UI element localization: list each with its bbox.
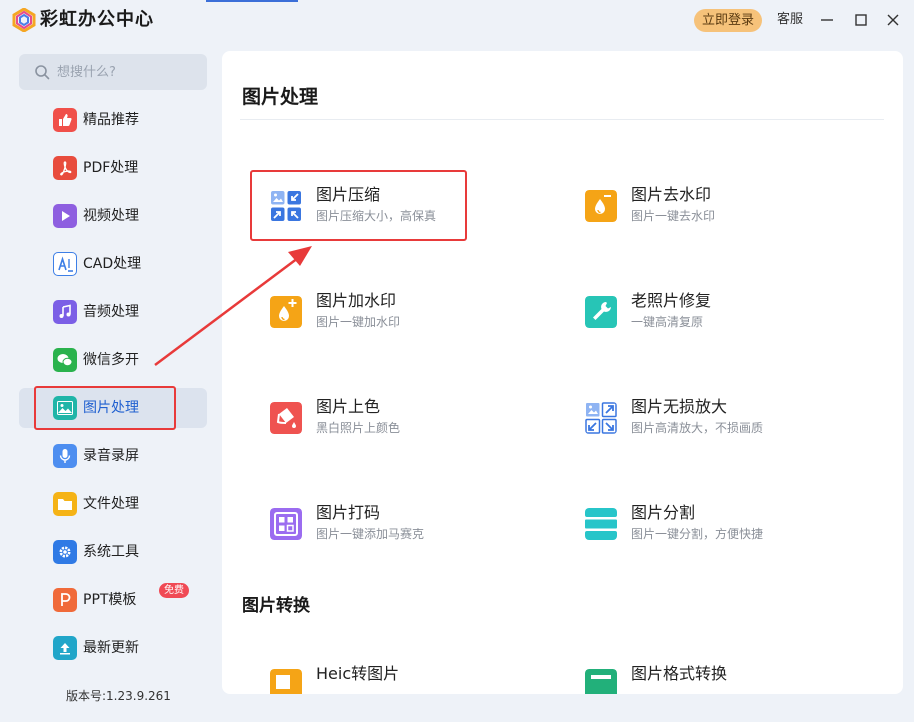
tool-card-add-watermark[interactable]: 图片加水印 图片一键加水印 [270,291,520,352]
enlarge-icon [585,402,617,434]
gear-icon [53,540,77,564]
app-title: 彩虹办公中心 [40,9,154,30]
tool-desc: 一键高清复原 [631,315,704,329]
play-icon [53,204,77,228]
wechat-icon [53,348,77,372]
sidebar-item-wechat[interactable]: 微信多开 [19,340,207,380]
tool-card-split[interactable]: 图片分割 图片一键分割，方便快捷 [585,503,835,564]
tool-desc: 黑白照片上颜色 [316,421,401,435]
sidebar-item-label: 最新更新 [83,640,139,656]
ppt-icon [53,588,77,612]
sidebar-item-recommend[interactable]: 精品推荐 [19,100,207,140]
sidebar-item-label: PDF处理 [83,160,139,176]
remove-watermark-icon [585,190,617,222]
folder-icon [53,492,77,516]
sidebar-item-pdf[interactable]: PDF处理 [19,148,207,188]
sidebar-item-video[interactable]: 视频处理 [19,196,207,236]
tool-title: Heic转图片 [316,664,400,683]
tool-card-enlarge[interactable]: 图片无损放大 图片高清放大，不损画质 [585,397,835,458]
section-title-image-processing: 图片处理 [242,86,319,108]
highlight-box-compress [250,170,467,241]
sidebar-item-label: 录音录屏 [83,448,139,464]
tool-desc: 图片一键添加马赛克 [316,527,425,541]
sidebar-item-cad[interactable]: CAD处理 [19,244,207,284]
tool-title: 图片上色 [316,397,381,416]
sidebar-item-updates[interactable]: 最新更新 [19,628,207,668]
sidebar-item-record[interactable]: 录音录屏 [19,436,207,476]
tool-card-colorize[interactable]: 图片上色 黑白照片上颜色 [270,397,520,458]
sidebar-item-ppt[interactable]: PPT模板 免费 [19,580,207,620]
repair-icon [585,296,617,328]
main-panel: 图片处理 图片压缩 图片压缩大小，高保真 图片去水印 图片一键去水印 图片加水印… [222,51,903,694]
search-box[interactable] [19,54,207,90]
sidebar-item-label: 精品推荐 [83,112,139,128]
sidebar-item-audio[interactable]: 音频处理 [19,292,207,332]
thumbs-up-icon [53,108,77,132]
section-divider [240,119,884,120]
colorize-icon [270,402,302,434]
tool-title: 图片无损放大 [631,397,728,416]
microphone-icon [53,444,77,468]
free-badge: 免费 [159,583,189,598]
section-title-image-conversion: 图片转换 [242,596,310,616]
tool-desc: 图片高清放大，不损画质 [631,421,764,435]
search-icon [35,65,50,80]
highlight-box-sidebar [34,386,176,430]
search-input[interactable] [57,62,197,82]
tool-title: 图片去水印 [631,185,712,204]
sidebar-item-label: 音频处理 [83,304,139,320]
tool-card-photo-repair[interactable]: 老照片修复 一键高清复原 [585,291,835,352]
sidebar-item-label: CAD处理 [83,256,142,272]
sidebar-item-label: 文件处理 [83,496,139,512]
version-label: 版本号:1.23.9.261 [66,689,171,703]
rainbow-logo-icon [12,8,36,32]
login-button[interactable]: 立即登录 [694,9,762,32]
minimize-icon[interactable] [815,8,839,32]
cad-icon [53,252,77,276]
tool-title: 图片分割 [631,503,696,522]
tool-card-remove-watermark[interactable]: 图片去水印 图片一键去水印 [585,185,835,246]
tool-card-mosaic[interactable]: 图片打码 图片一键添加马赛克 [270,503,520,564]
sidebar-item-file[interactable]: 文件处理 [19,484,207,524]
format-icon [585,669,617,694]
sidebar-item-label: 微信多开 [83,352,139,368]
tool-desc: 图片一键加水印 [316,315,401,329]
tool-desc: 图片一键去水印 [631,209,716,223]
tool-title: 图片格式转换 [631,664,728,683]
tool-desc: 图片一键分割，方便快捷 [631,527,764,541]
tool-card-format[interactable]: 图片格式转换 [585,664,835,694]
sidebar-item-system[interactable]: 系统工具 [19,532,207,572]
top-accent-line [206,0,298,2]
music-icon [53,300,77,324]
tool-title: 老照片修复 [631,291,712,310]
sidebar-item-label: 视频处理 [83,208,139,224]
close-icon[interactable] [881,8,905,32]
tool-title: 图片加水印 [316,291,397,310]
sidebar-item-label: 系统工具 [83,544,139,560]
sidebar-item-label: PPT模板 [83,592,137,608]
heic-icon [270,669,302,694]
customer-service-link[interactable]: 客服 [777,10,803,30]
tool-title: 图片打码 [316,503,381,522]
mosaic-icon [270,508,302,540]
title-bar: 彩虹办公中心 立即登录 客服 [0,0,914,40]
pdf-icon [53,156,77,180]
tool-card-heic[interactable]: Heic转图片 [270,664,520,694]
split-icon [585,508,617,540]
add-watermark-icon [270,296,302,328]
upload-icon [53,636,77,660]
maximize-icon[interactable] [849,8,873,32]
